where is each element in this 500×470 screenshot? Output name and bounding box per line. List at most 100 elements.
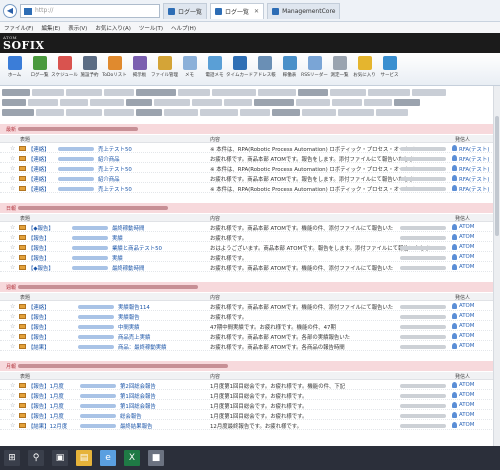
row-title-prefix[interactable]: 【連絡】 — [28, 155, 50, 163]
log-row[interactable]: ☆ 【報告】1月度 総会報告 1月度第1回目総会です。お疲れ様です。 ATOM — [0, 411, 500, 420]
column-header-title[interactable]: 表題 — [20, 136, 30, 143]
sub-nav-item[interactable] — [126, 99, 152, 106]
toolbar-button-5[interactable]: 掲示板 — [127, 53, 152, 85]
row-title-suffix[interactable]: 売上テスト50 — [98, 145, 132, 153]
vertical-scrollbar[interactable] — [493, 86, 500, 446]
row-title-prefix[interactable]: 【連絡】 — [28, 175, 50, 183]
row-title-suffix[interactable]: 紹介商品 — [98, 175, 120, 183]
toolbar-button-10[interactable]: アドレス帳 — [252, 53, 277, 85]
sub-nav-item[interactable] — [364, 99, 392, 106]
sub-nav-item[interactable] — [368, 89, 410, 96]
toolbar-button-13[interactable]: 測定一覧 — [327, 53, 352, 85]
sub-nav-item[interactable] — [338, 109, 374, 116]
row-sender[interactable]: ATOM — [459, 412, 474, 418]
row-title-suffix[interactable]: 第1回総会報告 — [120, 402, 156, 410]
row-title-prefix[interactable]: 【報告】 — [28, 244, 50, 252]
row-sender[interactable]: ATOM — [459, 254, 474, 260]
internet-explorer-icon[interactable]: e — [100, 450, 116, 466]
log-row[interactable]: ☆ 【報告】 実績 お疲れ様です。 ATOM — [0, 233, 500, 242]
close-icon[interactable]: ✕ — [254, 8, 259, 15]
row-sender[interactable]: RFA(テスト) — [459, 155, 489, 163]
log-row[interactable]: ☆ 【結果】12月度 最終結果報告 12月度最終報告です。お疲れ様です。 ATOM — [0, 421, 500, 430]
sub-nav-item[interactable] — [376, 109, 408, 116]
log-row[interactable]: ☆ 【◆報告】 最終稼動時間 お疲れ様です。商品本部 ATOMです。機能の件、添付ファ… — [0, 263, 500, 272]
row-title-prefix[interactable]: 【連絡】 — [28, 145, 50, 153]
toolbar-button-12[interactable]: RSSリーダー — [301, 53, 328, 85]
row-title-prefix[interactable]: 【報告】 — [28, 323, 50, 331]
log-row[interactable]: ☆ 【連絡】 売上テスト50 ※ 本件は、RPA(Robotic Process Au… — [0, 144, 500, 153]
sub-nav-item[interactable] — [66, 109, 102, 116]
sub-nav-item[interactable] — [330, 89, 366, 96]
column-header-title[interactable]: 表題 — [20, 294, 30, 301]
row-title-suffix[interactable]: 第1回総会報告 — [120, 392, 156, 400]
toolbar-button-3[interactable]: 施設予約 — [77, 53, 102, 85]
row-sender[interactable]: ATOM — [459, 224, 474, 230]
row-title-suffix[interactable]: 第2回総会報告 — [120, 382, 156, 390]
sub-nav-item[interactable] — [272, 109, 300, 116]
app-icon[interactable]: ■ — [148, 450, 164, 466]
tab-log-list-1[interactable]: ログ一覧 — [163, 2, 208, 19]
back-icon[interactable]: ◀ — [3, 3, 17, 18]
row-title-suffix[interactable]: 売上テスト50 — [98, 165, 132, 173]
row-sender[interactable]: ATOM — [459, 244, 474, 250]
row-sender[interactable]: RFA(テスト) — [459, 175, 489, 183]
toolbar-button-7[interactable]: メモ — [177, 53, 202, 85]
sub-nav-item[interactable] — [2, 89, 30, 96]
toolbar-button-8[interactable]: 電話メモ — [202, 53, 227, 85]
log-row[interactable]: ☆ 【報告】 実績 お疲れ様です。 ATOM — [0, 253, 500, 262]
column-header-title[interactable]: 表題 — [20, 373, 30, 380]
log-row[interactable]: ☆ 【連絡】 紹介商品 お疲れ様です。商品本部 ATOMです。報告をします。添付ファイ… — [0, 174, 500, 183]
row-title-suffix[interactable]: 実績報告114 — [118, 303, 150, 311]
sub-nav-item[interactable] — [104, 89, 134, 96]
star-icon[interactable]: ☆ — [10, 155, 15, 162]
tab-management-core[interactable]: ManagementCore — [267, 2, 341, 19]
sub-nav-item[interactable] — [212, 89, 256, 96]
star-icon[interactable]: ☆ — [10, 382, 15, 389]
star-icon[interactable]: ☆ — [10, 343, 15, 350]
task-view-icon[interactable]: ▣ — [52, 450, 68, 466]
row-sender[interactable]: ATOM — [459, 303, 474, 309]
log-row[interactable]: ☆ 【◆報告】 最終稼動時間 お疲れ様です。商品本部 ATOMです。機能の件、添付ファ… — [0, 223, 500, 232]
sub-nav-item[interactable] — [164, 109, 198, 116]
row-title-prefix[interactable]: 【報告】1月度 — [28, 382, 64, 390]
toolbar-button-0[interactable]: ホーム — [2, 53, 27, 85]
menu-help[interactable]: ヘルプ(H) — [171, 24, 196, 32]
sub-nav-item[interactable] — [258, 89, 296, 96]
sub-nav-item[interactable] — [104, 109, 134, 116]
star-icon[interactable]: ☆ — [10, 254, 15, 261]
menu-tools[interactable]: ツール(T) — [139, 24, 163, 32]
log-row[interactable]: ☆ 【結果】 商品：最終稼動実績 お疲れ様です。商品本部 ATOMです。各商品の報告時… — [0, 342, 500, 351]
excel-icon[interactable]: X — [124, 450, 140, 466]
row-sender[interactable]: ATOM — [459, 382, 474, 388]
log-row[interactable]: ☆ 【連絡】 売上テスト50 ※ 本件は、RPA(Robotic Process Au… — [0, 164, 500, 173]
log-row[interactable]: ☆ 【連絡】 売上テスト50 ※ 本件は、RPA(Robotic Process Au… — [0, 184, 500, 193]
sub-nav-item[interactable] — [32, 89, 64, 96]
toolbar-button-2[interactable]: スケジュール — [51, 53, 78, 85]
row-sender[interactable]: RFA(テスト) — [459, 145, 489, 153]
column-header-content[interactable]: 内容 — [210, 373, 220, 380]
row-title-prefix[interactable]: 【報告】1月度 — [28, 402, 64, 410]
row-title-prefix[interactable]: 【連絡】 — [28, 185, 50, 193]
row-sender[interactable]: ATOM — [459, 402, 474, 408]
star-icon[interactable]: ☆ — [10, 422, 15, 429]
log-row[interactable]: ☆ 【報告】 実績報告 お疲れ様です。 ATOM — [0, 312, 500, 321]
row-title-prefix[interactable]: 【報告】 — [28, 333, 50, 341]
sub-nav-item[interactable] — [90, 99, 124, 106]
row-title-prefix[interactable]: 【報告】1月度 — [28, 412, 64, 420]
column-header-sender[interactable]: 発信人 — [455, 136, 470, 143]
star-icon[interactable]: ☆ — [10, 224, 15, 231]
row-title-suffix[interactable]: 最終稼動時間 — [112, 224, 144, 232]
column-header-content[interactable]: 内容 — [210, 294, 220, 301]
section-header[interactable]: 日報 — [0, 203, 500, 213]
toolbar-button-15[interactable]: サービス — [377, 53, 402, 85]
row-title-prefix[interactable]: 【報告】 — [28, 254, 50, 262]
sub-nav-item[interactable] — [332, 99, 362, 106]
row-sender[interactable]: ATOM — [459, 234, 474, 240]
row-sender[interactable]: RFA(テスト) — [459, 185, 489, 193]
toolbar-button-6[interactable]: ファイル管理 — [151, 53, 178, 85]
sub-nav-item[interactable] — [136, 109, 162, 116]
row-title-suffix[interactable]: 商品売上実績 — [118, 333, 150, 341]
row-sender[interactable]: ATOM — [459, 313, 474, 319]
log-row[interactable]: ☆ 【報告】 中間実績 47期中間実績です。お疲れ様です。機能の件、47期 ATOM — [0, 322, 500, 331]
sub-nav-item[interactable] — [296, 99, 330, 106]
